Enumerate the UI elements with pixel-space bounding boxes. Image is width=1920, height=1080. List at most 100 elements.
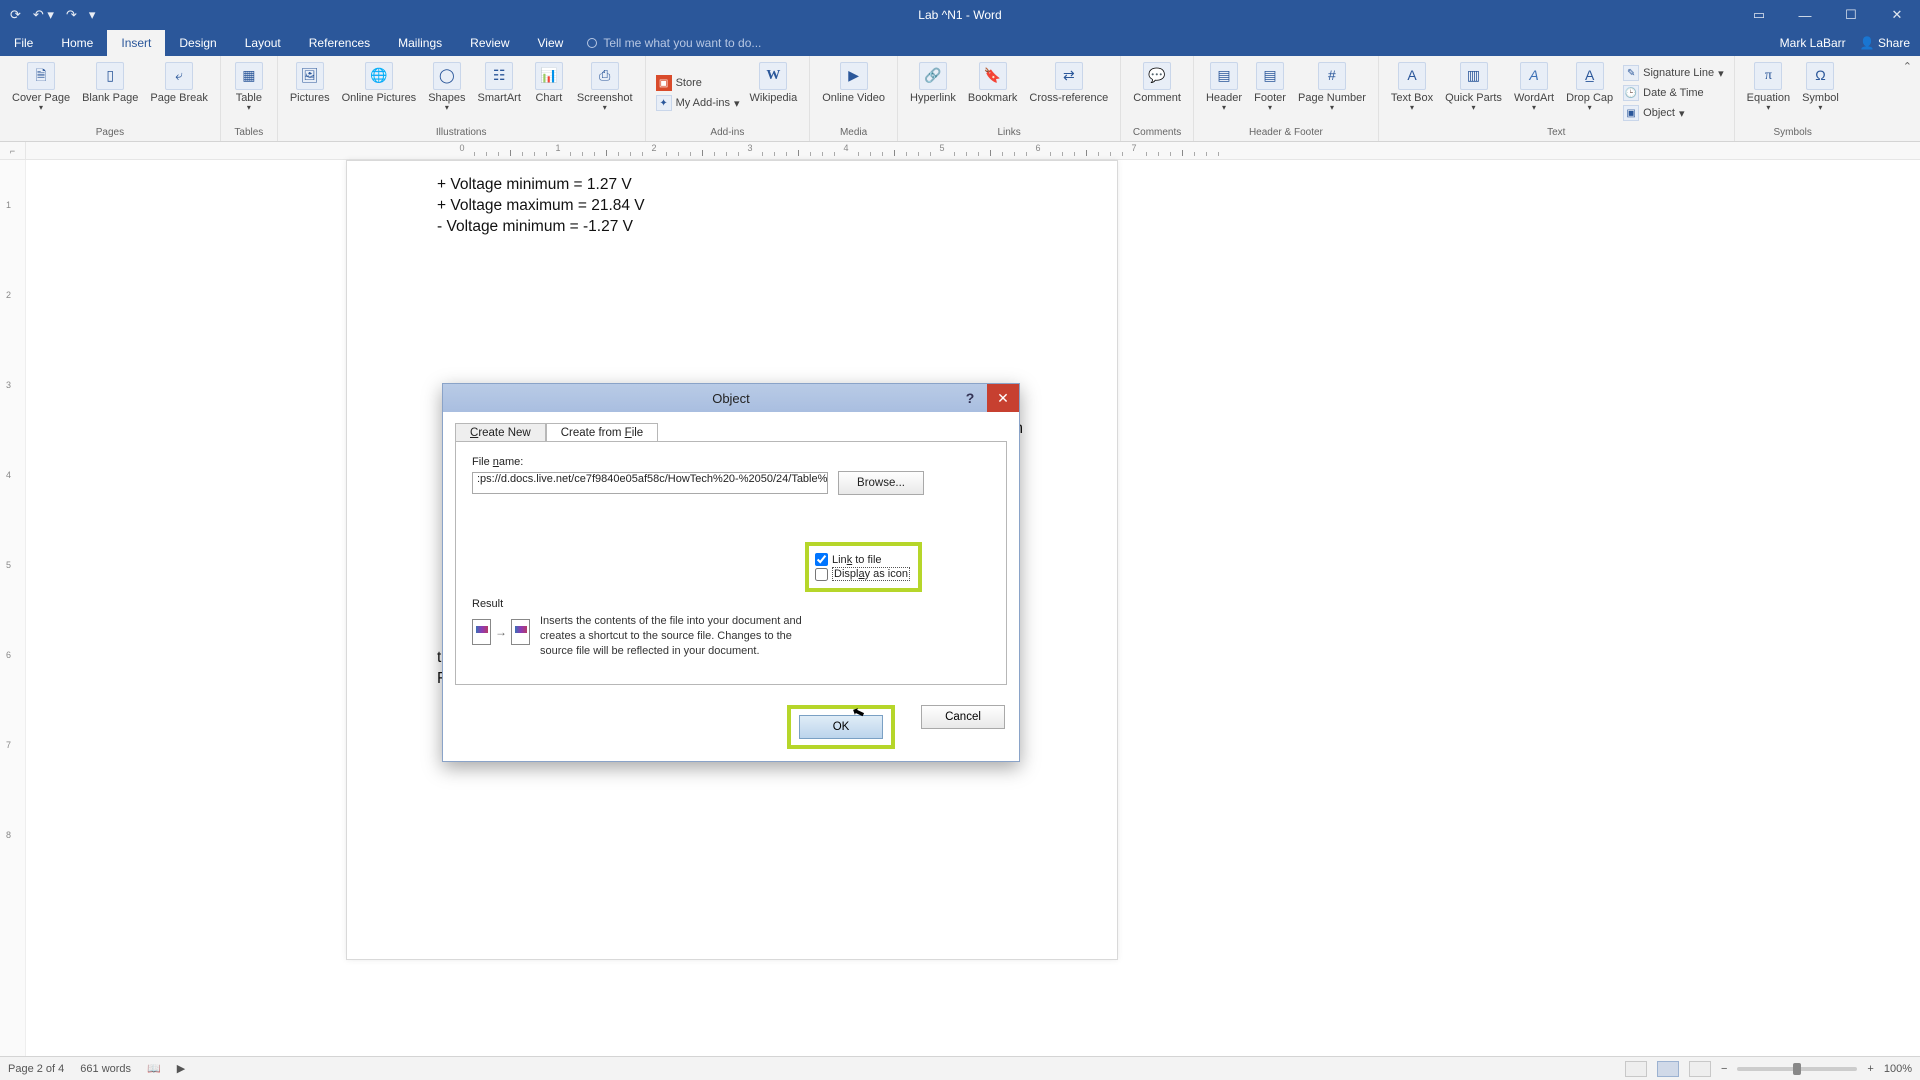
online-video-button[interactable]: ▶Online Video — [818, 60, 889, 106]
cover-page-button[interactable]: 🗎Cover Page▾ — [8, 60, 74, 115]
display-as-icon-checkbox[interactable]: Display as icon — [815, 567, 910, 581]
minimize-button[interactable]: — — [1782, 0, 1828, 30]
display-as-icon-input[interactable] — [815, 568, 828, 581]
group-text: AText Box▾ ▥Quick Parts▾ AWordArt▾ A̲Dro… — [1379, 56, 1735, 141]
tab-insert[interactable]: Insert — [107, 30, 165, 56]
tab-design[interactable]: Design — [165, 30, 230, 56]
page-break-button[interactable]: ⤶Page Break — [146, 60, 211, 106]
macro-icon[interactable]: ▶ — [177, 1062, 185, 1075]
my-addins-button[interactable]: ✦My Add-ins ▾ — [654, 94, 742, 112]
ruler-corner: ⌐ — [0, 142, 26, 159]
screenshot-button[interactable]: ⎙Screenshot▾ — [573, 60, 637, 115]
store-button[interactable]: ▣Store — [654, 74, 742, 92]
date-time-button[interactable]: 🕒Date & Time — [1621, 84, 1725, 102]
tab-create-from-file[interactable]: Create from File — [546, 423, 658, 442]
status-page[interactable]: Page 2 of 4 — [8, 1063, 64, 1075]
signature-line-button[interactable]: ✎Signature Line ▾ — [1621, 64, 1725, 82]
group-addins: ▣Store ✦My Add-ins ▾ WWikipedia Add-ins — [646, 56, 811, 141]
zoom-slider[interactable] — [1737, 1067, 1857, 1071]
view-print-layout[interactable] — [1657, 1061, 1679, 1077]
tab-review[interactable]: Review — [456, 30, 523, 56]
quick-access-toolbar: ⟳ ↶ ▾ ↷ ▾ — [0, 7, 95, 23]
tell-me-placeholder: Tell me what you want to do... — [603, 36, 761, 50]
pictures-button[interactable]: 🖼Pictures — [286, 60, 334, 106]
tab-view[interactable]: View — [524, 30, 578, 56]
group-label: Symbols — [1774, 126, 1812, 140]
page-number-button[interactable]: #Page Number▾ — [1294, 60, 1370, 115]
title-bar: ⟳ ↶ ▾ ↷ ▾ Lab ^N1 - Word ▭ — ☐ ✕ — [0, 0, 1920, 30]
object-button[interactable]: ▣Object ▾ — [1621, 104, 1725, 122]
undo-button[interactable]: ↶ ▾ — [33, 7, 54, 23]
vertical-ruler[interactable]: 123 456 78 — [0, 160, 26, 1056]
tab-file[interactable]: File — [0, 30, 47, 56]
online-pictures-button[interactable]: 🌐Online Pictures — [338, 60, 421, 106]
group-header-footer: ▤Header▾ ▤Footer▾ #Page Number▾ Header &… — [1194, 56, 1379, 141]
doc-line: + Voltage minimum = 1.27 V — [437, 175, 1027, 196]
file-name-input[interactable]: :ps://d.docs.live.net/ce7f9840e05af58c/H… — [472, 472, 828, 494]
cancel-button[interactable]: Cancel — [921, 705, 1005, 729]
tab-mailings[interactable]: Mailings — [384, 30, 456, 56]
view-read-mode[interactable] — [1625, 1061, 1647, 1077]
group-pages: 🗎Cover Page▾ ▯Blank Page ⤶Page Break Pag… — [0, 56, 221, 141]
header-button[interactable]: ▤Header▾ — [1202, 60, 1246, 115]
result-label: Result — [472, 598, 503, 610]
group-comments: 💬Comment Comments — [1121, 56, 1194, 141]
wordart-button[interactable]: AWordArt▾ — [1510, 60, 1558, 115]
group-symbols: πEquation▾ ΩSymbol▾ Symbols — [1735, 56, 1851, 141]
tab-home[interactable]: Home — [47, 30, 107, 56]
equation-button[interactable]: πEquation▾ — [1743, 60, 1794, 115]
spellcheck-icon[interactable]: 📖 — [147, 1062, 161, 1075]
table-button[interactable]: ▦Table▾ — [229, 60, 269, 115]
cross-reference-button[interactable]: ⇄Cross-reference — [1025, 60, 1112, 106]
maximize-button[interactable]: ☐ — [1828, 0, 1874, 30]
tab-references[interactable]: References — [295, 30, 384, 56]
window-title: Lab ^N1 - Word — [918, 8, 1001, 22]
group-label: Illustrations — [436, 126, 487, 140]
group-label: Header & Footer — [1249, 126, 1323, 140]
blank-page-button[interactable]: ▯Blank Page — [78, 60, 142, 106]
tab-create-new[interactable]: Create New — [455, 423, 546, 442]
drop-cap-button[interactable]: A̲Drop Cap▾ — [1562, 60, 1617, 115]
qat-customize[interactable]: ▾ — [89, 7, 96, 23]
chart-button[interactable]: 📊Chart — [529, 60, 569, 106]
dialog-close-button[interactable]: ✕ — [987, 384, 1019, 412]
link-to-file-checkbox[interactable]: Link to file — [815, 553, 910, 566]
zoom-level[interactable]: 100% — [1884, 1063, 1912, 1075]
zoom-in-button[interactable]: + — [1867, 1063, 1873, 1075]
group-label: Text — [1547, 126, 1565, 140]
zoom-thumb[interactable] — [1793, 1063, 1801, 1075]
smartart-button[interactable]: ☷SmartArt — [474, 60, 525, 106]
zoom-out-button[interactable]: − — [1721, 1063, 1727, 1075]
dialog-titlebar[interactable]: Object ? ✕ — [443, 384, 1019, 412]
comment-button[interactable]: 💬Comment — [1129, 60, 1185, 106]
share-button[interactable]: 👤 Share — [1860, 36, 1910, 50]
view-web-layout[interactable] — [1689, 1061, 1711, 1077]
group-label: Media — [840, 126, 867, 140]
wikipedia-button[interactable]: WWikipedia — [746, 60, 802, 106]
status-words[interactable]: 661 words — [80, 1063, 131, 1075]
redo-button[interactable]: ↷ — [66, 7, 77, 23]
quick-parts-button[interactable]: ▥Quick Parts▾ — [1441, 60, 1506, 115]
user-name[interactable]: Mark LaBarr — [1780, 36, 1846, 50]
close-window-button[interactable]: ✕ — [1874, 0, 1920, 30]
doc-line: + Voltage maximum = 21.84 V — [437, 196, 1027, 217]
ribbon-display-icon[interactable]: ▭ — [1736, 0, 1782, 30]
dialog-help-button[interactable]: ? — [955, 384, 985, 412]
horizontal-ruler[interactable]: 01234567 — [366, 142, 1146, 160]
tab-layout[interactable]: Layout — [231, 30, 295, 56]
browse-button[interactable]: Browse... — [838, 471, 924, 495]
ok-highlight: OK — [787, 705, 895, 749]
footer-button[interactable]: ▤Footer▾ — [1250, 60, 1290, 115]
text-box-button[interactable]: AText Box▾ — [1387, 60, 1437, 115]
link-to-file-input[interactable] — [815, 553, 828, 566]
status-bar: Page 2 of 4 661 words 📖 ▶ − + 100% — [0, 1056, 1920, 1080]
symbol-button[interactable]: ΩSymbol▾ — [1798, 60, 1843, 115]
hyperlink-button[interactable]: 🔗Hyperlink — [906, 60, 960, 106]
bookmark-button[interactable]: 🔖Bookmark — [964, 60, 1022, 106]
checkbox-highlight: Link to file Display as icon — [805, 542, 922, 592]
tell-me-search[interactable]: Tell me what you want to do... — [577, 30, 761, 56]
autosave-icon[interactable]: ⟳ — [10, 7, 21, 23]
collapse-ribbon-icon[interactable]: ⌃ — [1895, 56, 1920, 141]
ok-button[interactable]: OK — [799, 715, 883, 739]
shapes-button[interactable]: ◯Shapes▾ — [424, 60, 469, 115]
